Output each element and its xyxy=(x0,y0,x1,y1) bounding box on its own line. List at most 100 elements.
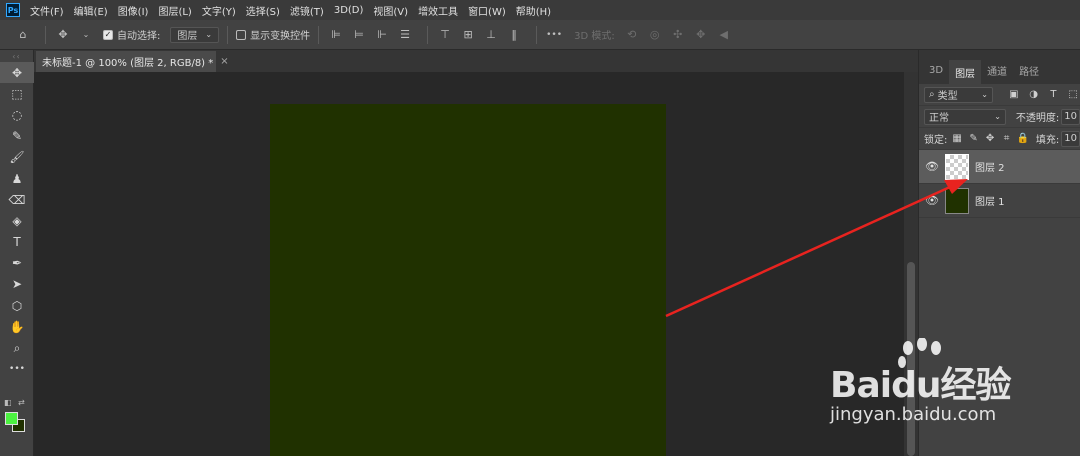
opacity-label: 不透明度: xyxy=(1015,113,1060,124)
menu-edit[interactable]: 编辑(E) xyxy=(74,3,108,18)
auto-select-label: 自动选择: xyxy=(117,31,161,42)
auto-select-checkbox[interactable]: ✓ xyxy=(103,29,113,40)
paint-bucket-tool-icon[interactable]: ◈ xyxy=(0,210,34,231)
3d-camera-icon: ◀ xyxy=(719,28,728,41)
more-tools-icon[interactable]: ••• xyxy=(0,359,34,380)
chevron-down-icon[interactable]: ⌄ xyxy=(77,26,95,44)
align-middle-icon[interactable]: ⊞ xyxy=(459,26,477,44)
brush-tool-icon[interactable]: 🖌 xyxy=(0,147,34,168)
stamp-tool-icon[interactable]: ♟ xyxy=(0,168,34,189)
lock-label: 锁定: xyxy=(924,135,948,146)
shape-tool-icon[interactable]: ⬡ xyxy=(0,295,34,316)
auto-select-dropdown[interactable]: 图层 ⌄ xyxy=(170,26,220,43)
show-transform-option[interactable]: 显示变换控件 xyxy=(236,27,310,42)
menu-filter[interactable]: 滤镜(T) xyxy=(290,3,324,18)
type-tool-icon[interactable]: T xyxy=(0,232,34,253)
blend-mode-value: 正常 xyxy=(929,113,949,124)
auto-select-value: 图层 xyxy=(177,31,198,42)
filter-type-icon[interactable]: T xyxy=(1047,88,1061,102)
layer-row[interactable]: 👁 图层 1 xyxy=(919,184,1080,218)
menu-window[interactable]: 窗口(W) xyxy=(468,3,506,18)
align-center-icon[interactable]: ⊨ xyxy=(350,26,368,44)
move-tool-icon[interactable]: ✥ xyxy=(0,62,34,84)
menu-image[interactable]: 图像(I) xyxy=(118,3,149,18)
vertical-scrollbar[interactable] xyxy=(904,72,918,456)
lock-transparent-icon[interactable]: ▦ xyxy=(950,132,964,146)
toolbar-grip[interactable]: ‹‹ xyxy=(0,50,33,62)
opacity-input[interactable]: 10 xyxy=(1061,108,1080,125)
layer-filter-row: ⌕ 类型 ⌄ ▣ ◑ T ⬚ xyxy=(919,84,1080,106)
align-bottom-icon[interactable]: ⊥ xyxy=(482,26,500,44)
visibility-eye-icon[interactable]: 👁 xyxy=(919,160,945,173)
layer-filter-value: 类型 xyxy=(937,91,958,102)
foreground-color-swatch[interactable] xyxy=(5,412,18,425)
layer-thumbnail xyxy=(945,187,969,214)
auto-select-option[interactable]: ✓ 自动选择: xyxy=(103,27,160,42)
chevron-down-icon: ⌄ xyxy=(981,90,988,99)
hand-tool-icon[interactable]: ✋ xyxy=(0,316,34,337)
lasso-tool-icon[interactable]: ◌ xyxy=(0,104,34,125)
default-colors-icon[interactable]: ◧ xyxy=(4,398,12,407)
lock-pixels-icon[interactable]: ✎ xyxy=(967,132,981,146)
menu-3d[interactable]: 3D(D) xyxy=(334,5,364,16)
menu-file[interactable]: 文件(F) xyxy=(30,3,64,18)
swap-colors-icon[interactable]: ⇄ xyxy=(18,398,25,407)
menu-help[interactable]: 帮助(H) xyxy=(516,3,551,18)
3d-mode-label: 3D 模式: xyxy=(574,31,615,42)
divider xyxy=(427,25,429,44)
search-icon: ⌕ xyxy=(929,89,935,100)
filter-shape-icon[interactable]: ⬚ xyxy=(1066,88,1080,102)
filter-adjustment-icon[interactable]: ◑ xyxy=(1027,88,1041,102)
path-select-tool-icon[interactable]: ➤ xyxy=(0,274,34,295)
scrollbar-thumb[interactable] xyxy=(907,262,915,456)
menu-type[interactable]: 文字(Y) xyxy=(202,3,236,18)
3d-roll-icon: ◎ xyxy=(649,28,660,41)
divider xyxy=(536,25,538,44)
menu-select[interactable]: 选择(S) xyxy=(246,3,280,18)
distribute-horizontal-icon[interactable]: ☰ xyxy=(396,26,414,44)
photoshop-logo-icon: Ps xyxy=(6,3,20,17)
tab-paths[interactable]: 路径 xyxy=(1013,60,1045,80)
align-right-icon[interactable]: ⊩ xyxy=(373,26,391,44)
document-tab[interactable]: 未标题-1 @ 100% (图层 2, RGB/8) * × xyxy=(36,51,229,72)
distribute-vertical-icon[interactable]: ‖ xyxy=(505,26,523,44)
lock-all-icon[interactable]: 🔒 xyxy=(1016,132,1030,146)
marquee-tool-icon[interactable]: ⬚ xyxy=(0,83,34,104)
blend-mode-dropdown[interactable]: 正常 ⌄ xyxy=(924,108,1006,125)
3d-drag-icon: ✣ xyxy=(673,28,683,41)
menu-bar: Ps 文件(F) 编辑(E) 图像(I) 图层(L) 文字(Y) 选择(S) 滤… xyxy=(0,0,1080,20)
menu-view[interactable]: 视图(V) xyxy=(373,3,408,18)
document-canvas[interactable] xyxy=(270,104,666,456)
document-tab-title: 未标题-1 @ 100% (图层 2, RGB/8) * xyxy=(42,58,214,69)
layer-filter-dropdown[interactable]: ⌕ 类型 ⌄ xyxy=(924,86,993,103)
close-icon[interactable]: × xyxy=(220,56,228,67)
lock-artboard-icon[interactable]: ⌗ xyxy=(1000,132,1014,146)
show-transform-label: 显示变换控件 xyxy=(250,31,311,42)
layer-row[interactable]: 👁 图层 2 xyxy=(919,150,1080,184)
menu-layer[interactable]: 图层(L) xyxy=(158,3,191,18)
tab-layers[interactable]: 图层 xyxy=(949,60,982,84)
lock-position-icon[interactable]: ✥ xyxy=(983,132,997,146)
chevron-down-icon: ⌄ xyxy=(994,112,1001,121)
eraser-tool-icon[interactable]: ⌫ xyxy=(0,189,34,210)
canvas-area[interactable] xyxy=(34,72,904,456)
move-tool-icon[interactable]: ✥ xyxy=(54,26,72,44)
visibility-eye-icon[interactable]: 👁 xyxy=(919,194,945,207)
more-options-icon[interactable]: ••• xyxy=(545,26,563,44)
tab-3d[interactable]: 3D xyxy=(923,60,949,80)
layer-name[interactable]: 图层 1 xyxy=(975,193,1005,208)
align-top-icon[interactable]: ⊤ xyxy=(436,26,454,44)
fill-label: 填充: xyxy=(1035,135,1060,146)
3d-slide-icon: ✥ xyxy=(696,28,706,41)
fill-input[interactable]: 10 xyxy=(1061,130,1080,147)
show-transform-checkbox[interactable] xyxy=(236,29,247,40)
zoom-tool-icon[interactable]: ⌕ xyxy=(0,337,34,358)
layer-name[interactable]: 图层 2 xyxy=(975,159,1005,174)
quick-select-tool-icon[interactable]: ✎ xyxy=(0,126,34,147)
pen-tool-icon[interactable]: ✒ xyxy=(0,253,34,274)
align-left-icon[interactable]: ⊫ xyxy=(327,26,345,44)
home-icon[interactable]: ⌂ xyxy=(14,26,32,44)
tab-channels[interactable]: 通道 xyxy=(981,60,1013,80)
menu-plugins[interactable]: 增效工具 xyxy=(418,3,458,18)
filter-pixel-icon[interactable]: ▣ xyxy=(1007,88,1021,102)
